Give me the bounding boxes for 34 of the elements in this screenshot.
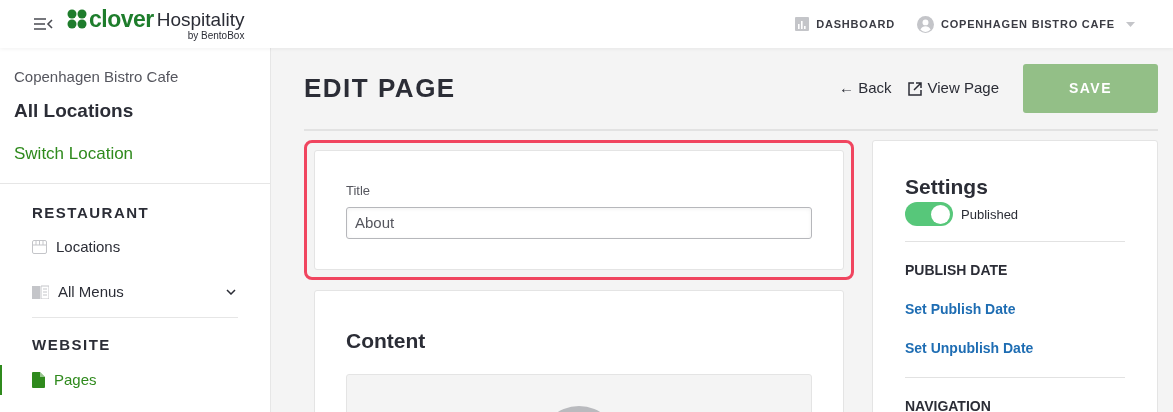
section-heading: WEBSITE [32,335,112,355]
settings-heading: Settings [905,174,989,200]
content-heading: Content [346,327,427,354]
chevron-down-icon[interactable] [226,288,236,295]
published-toggle[interactable] [905,202,953,227]
navigation-heading: NAVIGATION [905,397,992,412]
date-link[interactable]: Set Publish Date [905,299,1125,321]
restaurant-name: Copenhagen Bistro Cafe [14,67,180,87]
sidebar-item[interactable]: All Menus [32,280,238,303]
chart-icon [795,17,810,31]
toggle-label: Published [961,205,1019,224]
title-input[interactable]: About [346,206,812,239]
active-indicator [0,364,2,395]
switch-location-link[interactable]: Switch Location [14,141,256,167]
sidebar-item[interactable]: Locations [32,236,238,259]
field-label: Title [346,182,372,200]
logo[interactable]: clover Hospitality by BentoBox [67,7,245,41]
dashboard-link[interactable]: DASHBOARD [795,15,895,33]
section-heading: RESTAURANT [32,202,151,223]
sidebar-item[interactable]: Pages [32,368,238,391]
caret-icon [1126,21,1135,27]
external-link-icon [907,81,922,96]
user-icon [916,15,934,33]
menu-icon[interactable] [34,18,53,30]
date-link[interactable]: Set Unpublish Date [905,338,1125,360]
document-icon [32,371,45,388]
account-menu[interactable]: COPENHAGEN BISTRO CAFE [916,15,1135,33]
book-icon [32,284,49,299]
back-link[interactable]: ← Back [839,77,892,100]
publish-date-heading: PUBLISH DATE [905,261,1009,281]
store-icon [32,240,47,255]
view-page-link[interactable]: View Page [907,77,999,100]
page-title: EDIT PAGE [304,72,456,105]
location-scope: All Locations [14,98,135,123]
